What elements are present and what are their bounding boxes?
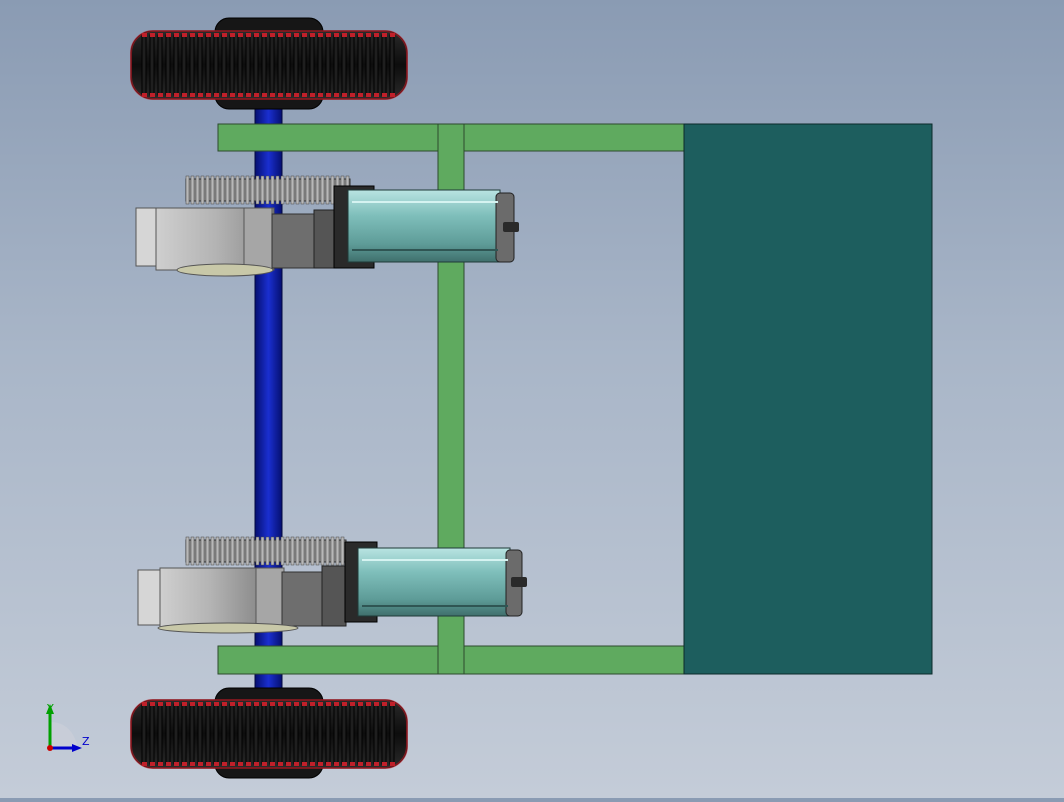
drive-assembly-lower xyxy=(137,536,527,634)
drive-assembly-upper xyxy=(135,175,519,277)
coordinate-triad: Y Z xyxy=(46,702,90,752)
cargo-panel xyxy=(683,123,933,675)
wheel-top xyxy=(130,17,408,110)
x-axis-point xyxy=(47,745,53,751)
wheel-bottom xyxy=(130,687,408,779)
z-axis-label: Z xyxy=(82,735,90,748)
y-axis-label: Y xyxy=(46,702,54,715)
cad-viewport[interactable]: Y Z xyxy=(0,0,1064,798)
